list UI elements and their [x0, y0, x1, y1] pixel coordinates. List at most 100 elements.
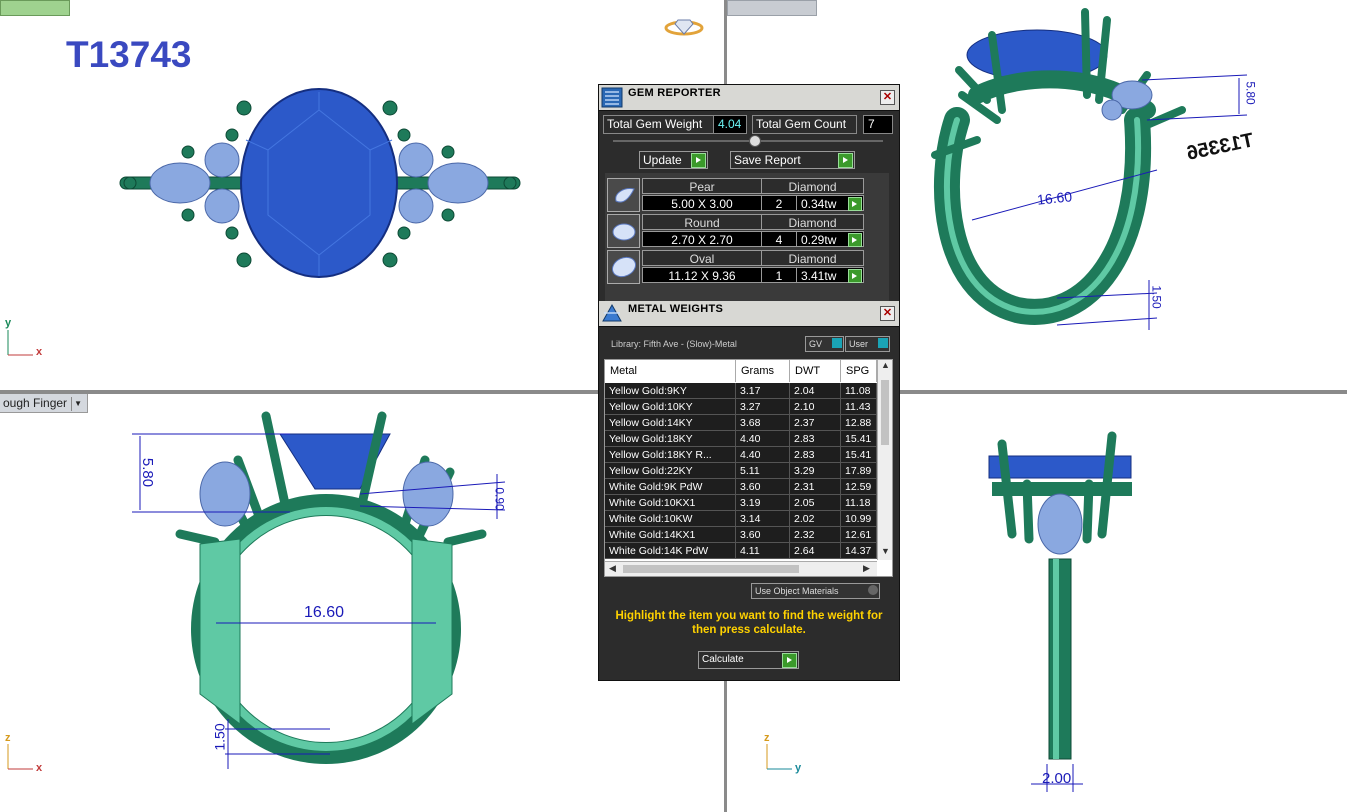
- gem-reporter-titlebar[interactable]: GEM REPORTER ✕: [599, 85, 899, 111]
- metal-weights-title: METAL WEIGHTS: [628, 303, 724, 315]
- play-icon: [782, 653, 797, 668]
- gem-row-pear[interactable]: Pear Diamond 5.00 X 3.00 2 0.34tw: [607, 178, 865, 212]
- engraving-text: T13356: [1185, 129, 1256, 165]
- table-row[interactable]: White Gold:14K PdW 4.11 2.64 14.37: [605, 543, 877, 559]
- dwt-value: 3.29: [790, 463, 841, 479]
- use-object-materials-label: Use Object Materials: [755, 586, 839, 596]
- metal-name: White Gold:14KX1: [605, 527, 736, 543]
- table-row[interactable]: Yellow Gold:9KY 3.17 2.04 11.08: [605, 383, 877, 399]
- metal-name: White Gold:9K PdW: [605, 479, 736, 495]
- table-row[interactable]: White Gold:14KX1 3.60 2.32 12.61: [605, 527, 877, 543]
- gem-weight-cell[interactable]: 0.34tw: [796, 195, 864, 211]
- use-object-materials-toggle[interactable]: Use Object Materials: [751, 583, 880, 599]
- close-icon[interactable]: ✕: [880, 306, 895, 321]
- ring-icon: [664, 19, 704, 36]
- calculate-button[interactable]: Calculate: [698, 651, 799, 669]
- slider-knob[interactable]: [749, 135, 761, 147]
- table-row[interactable]: Yellow Gold:10KY 3.27 2.10 11.43: [605, 399, 877, 415]
- scroll-right-icon[interactable]: ▶: [863, 563, 870, 574]
- axis-y-label: y: [795, 762, 802, 774]
- table-row[interactable]: Yellow Gold:22KY 5.11 3.29 17.89: [605, 463, 877, 479]
- table-header: Metal Grams DWT SPG: [605, 360, 877, 382]
- total-gem-count-label: Total Gem Count: [752, 115, 857, 134]
- gem-shape: Pear: [642, 178, 762, 194]
- user-toggle[interactable]: User: [845, 336, 890, 352]
- metal-name: Yellow Gold:10KY: [605, 399, 736, 415]
- update-label: Update: [643, 153, 682, 167]
- table-row[interactable]: White Gold:10KW 3.14 2.02 10.99: [605, 511, 877, 527]
- dimension-label: 0.90: [492, 487, 507, 511]
- save-report-label: Save Report: [734, 153, 801, 167]
- column-header-metal[interactable]: Metal: [605, 360, 736, 382]
- metal-name: White Gold:10KX1: [605, 495, 736, 511]
- scroll-left-icon[interactable]: ◀: [609, 563, 616, 574]
- dwt-value: 2.83: [790, 447, 841, 463]
- gem-row-oval[interactable]: Oval Diamond 11.12 X 9.36 1 3.41tw: [607, 250, 865, 284]
- axis-y-label: y: [5, 317, 12, 329]
- dimension-label: 5.80: [139, 457, 157, 488]
- metal-weights-titlebar[interactable]: METAL WEIGHTS ✕: [599, 301, 899, 327]
- dwt-value: 2.83: [790, 431, 841, 447]
- save-report-button[interactable]: Save Report: [730, 151, 855, 169]
- oval-gem-icon: [607, 250, 640, 284]
- gem-material: Diamond: [761, 250, 864, 266]
- gem-count: 4: [761, 231, 797, 247]
- table-row[interactable]: Yellow Gold:18KY R... 4.40 2.83 15.41: [605, 447, 877, 463]
- metal-name: White Gold:10KW: [605, 511, 736, 527]
- column-header-spg[interactable]: SPG: [841, 360, 877, 382]
- metal-name: Yellow Gold:22KY: [605, 463, 736, 479]
- dimension-label: 5.80: [1243, 81, 1258, 105]
- table-row[interactable]: White Gold:9K PdW 3.60 2.31 12.59: [605, 479, 877, 495]
- gem-size: 11.12 X 9.36: [642, 267, 762, 283]
- gem-shape: Round: [642, 214, 762, 230]
- grams-value: 3.60: [736, 527, 790, 543]
- metal-name: Yellow Gold:9KY: [605, 383, 736, 399]
- vertical-scrollbar[interactable]: ▲ ▼: [877, 360, 892, 560]
- grams-value: 3.14: [736, 511, 790, 527]
- dimension-label: 1.50: [211, 723, 228, 751]
- spg-value: 11.18: [841, 495, 877, 511]
- axis-x-label: x: [36, 346, 43, 358]
- play-icon: [848, 197, 862, 211]
- dimension-label: 1.50: [1149, 285, 1164, 309]
- spg-value: 11.43: [841, 399, 877, 415]
- gem-weight: 0.34tw: [801, 197, 837, 211]
- axis-z-label: z: [764, 732, 770, 744]
- instruction-text: Highlight the item you want to find the …: [615, 610, 883, 636]
- scroll-thumb[interactable]: [623, 565, 799, 573]
- gem-reporter-title: GEM REPORTER: [628, 87, 721, 99]
- gem-size: 5.00 X 3.00: [642, 195, 762, 211]
- table-row[interactable]: White Gold:10KX1 3.19 2.05 11.18: [605, 495, 877, 511]
- close-icon[interactable]: ✕: [880, 90, 895, 105]
- gem-metal-panel: GEM REPORTER ✕ Total Gem Weight 4.04 Tot…: [598, 84, 900, 681]
- scroll-down-icon[interactable]: ▼: [881, 546, 890, 556]
- user-label: User: [849, 339, 869, 349]
- table-row[interactable]: Yellow Gold:14KY 3.68 2.37 12.88: [605, 415, 877, 431]
- update-button[interactable]: Update: [639, 151, 708, 169]
- gem-row-round[interactable]: Round Diamond 2.70 X 2.70 4 0.29tw: [607, 214, 865, 248]
- column-header-grams[interactable]: Grams: [736, 360, 790, 382]
- column-header-dwt[interactable]: DWT: [790, 360, 841, 382]
- gem-weight-cell[interactable]: 0.29tw: [796, 231, 864, 247]
- split-slider[interactable]: [613, 135, 883, 147]
- table-row[interactable]: Yellow Gold:18KY 4.40 2.83 15.41: [605, 431, 877, 447]
- scroll-thumb[interactable]: [881, 380, 889, 445]
- play-icon: [691, 153, 706, 168]
- grams-value: 3.17: [736, 383, 790, 399]
- spg-value: 12.61: [841, 527, 877, 543]
- gem-weight-cell[interactable]: 3.41tw: [796, 267, 864, 283]
- pear-gem-icon: [607, 178, 640, 212]
- horizontal-scrollbar[interactable]: ◀ ▶: [605, 561, 877, 576]
- toggle-indicator-icon: [832, 338, 842, 348]
- library-label: Library: Fifth Ave - (Slow)-Metal: [611, 339, 737, 349]
- play-icon: [848, 269, 862, 283]
- scroll-up-icon[interactable]: ▲: [881, 360, 890, 370]
- metal-name: Yellow Gold:14KY: [605, 415, 736, 431]
- spg-value: 12.59: [841, 479, 877, 495]
- dimension-label: 2.00: [1042, 770, 1072, 787]
- gem-report-icon: [601, 87, 623, 108]
- grams-value: 3.68: [736, 415, 790, 431]
- gv-toggle[interactable]: GV: [805, 336, 844, 352]
- spg-value: 10.99: [841, 511, 877, 527]
- grams-value: 4.40: [736, 447, 790, 463]
